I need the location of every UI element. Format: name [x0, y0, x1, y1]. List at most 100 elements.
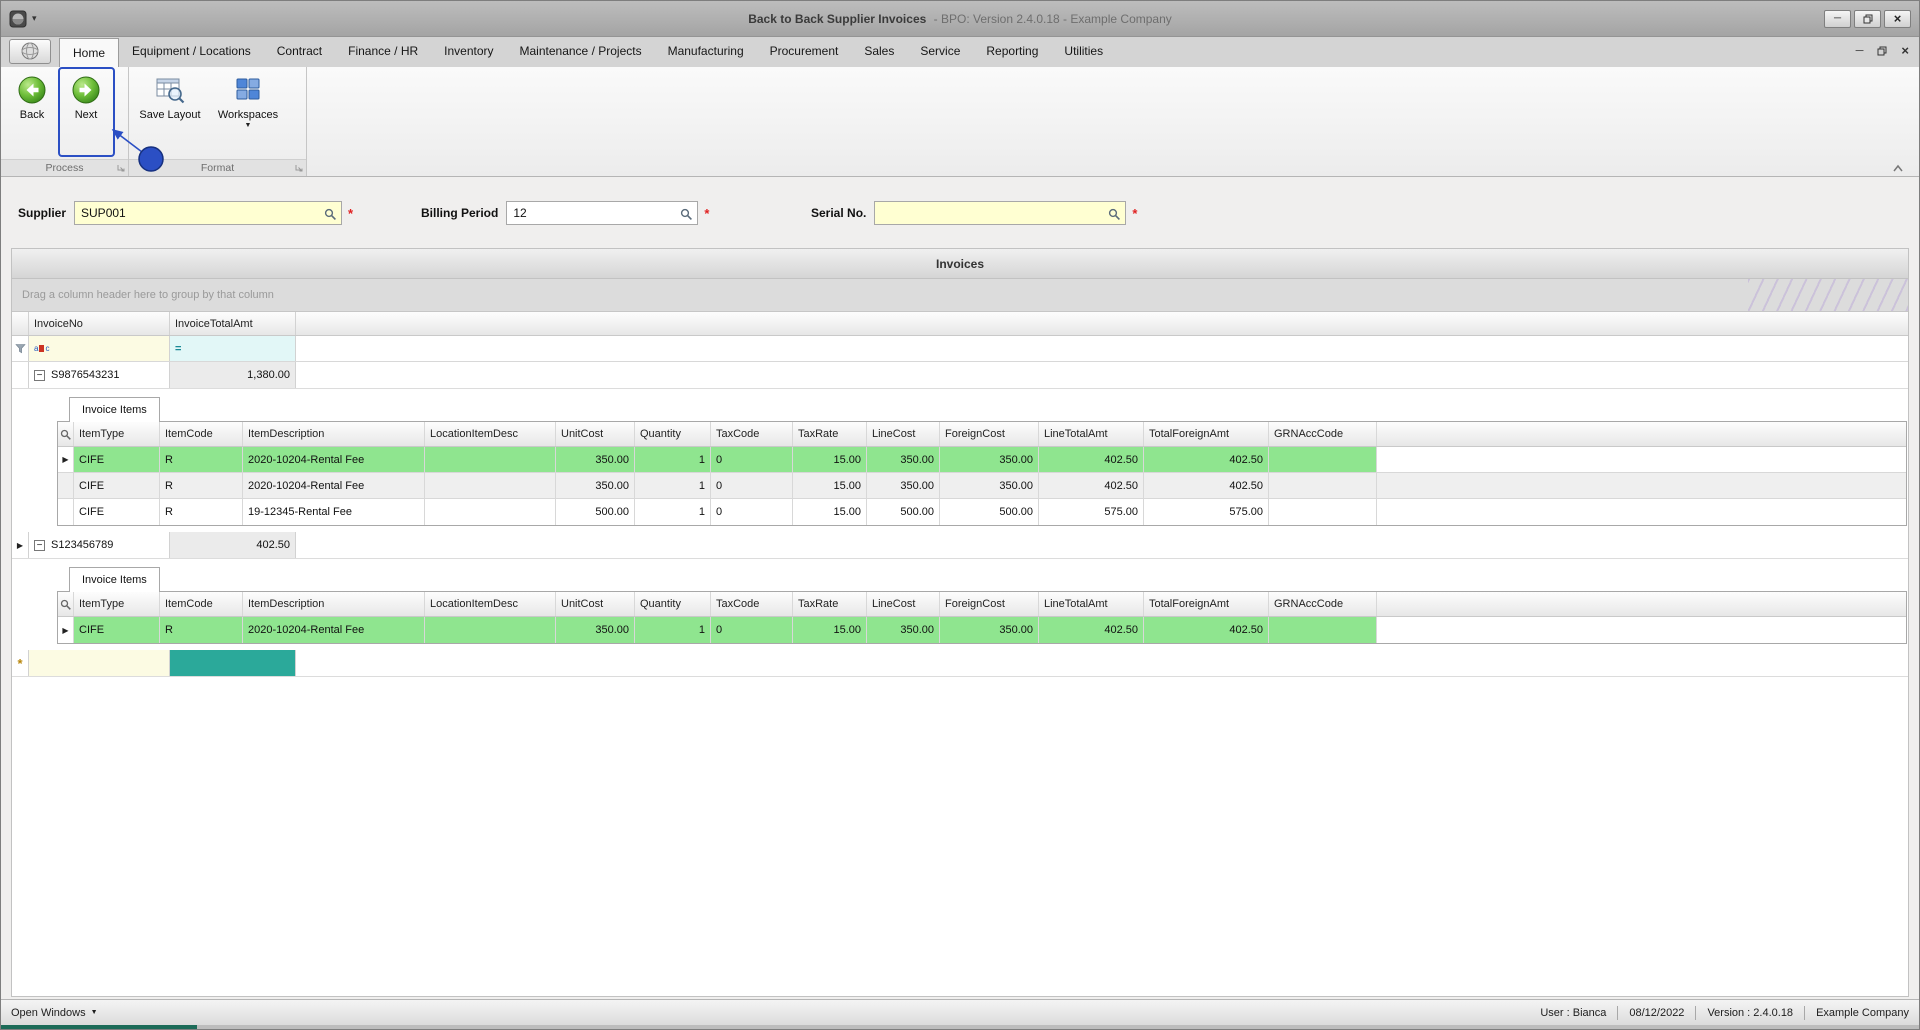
detail-column-header-locationitemdesc[interactable]: LocationItemDesc [425, 592, 556, 616]
detail-column-header-grnacccode[interactable]: GRNAccCode [1269, 592, 1377, 616]
detail-column-header-grnacccode[interactable]: GRNAccCode [1269, 422, 1377, 446]
ribbon-tab-equipment-locations[interactable]: Equipment / Locations [119, 38, 264, 64]
filter-total-cell[interactable]: = [170, 336, 296, 361]
detail-column-header-unitcost[interactable]: UnitCost [556, 422, 635, 446]
detail-cell[interactable]: 350.00 [867, 447, 940, 472]
detail-cell[interactable]: 500.00 [940, 499, 1039, 525]
detail-cell[interactable]: 0 [711, 447, 793, 472]
master-row[interactable]: − S9876543231 1,380.00 [12, 362, 1908, 389]
detail-cell[interactable] [1269, 473, 1377, 498]
detail-column-header-taxrate[interactable]: TaxRate [793, 422, 867, 446]
detail-cell[interactable]: 15.00 [793, 447, 867, 472]
detail-cell[interactable]: 0 [711, 473, 793, 498]
invoice-total-cell[interactable]: 402.50 [170, 532, 296, 558]
detail-cell[interactable]: CIFE [74, 447, 160, 472]
detail-column-header-unitcost[interactable]: UnitCost [556, 592, 635, 616]
serial-no-input[interactable] [875, 202, 1126, 224]
filter-invoiceno-cell[interactable]: ac [29, 336, 170, 361]
detail-cell[interactable] [425, 447, 556, 472]
ribbon-tab-sales[interactable]: Sales [851, 38, 907, 64]
detail-column-header-linetotalamt[interactable]: LineTotalAmt [1039, 422, 1144, 446]
mdi-close-button[interactable]: × [1901, 43, 1909, 58]
ribbon-tab-contract[interactable]: Contract [264, 38, 335, 64]
detail-row[interactable]: ▶ CIFE R 2020-10204-Rental Fee 350.00 1 0 15.00… [58, 447, 1906, 473]
detail-column-header-totalforeignamt[interactable]: TotalForeignAmt [1144, 422, 1269, 446]
detail-column-header-quantity[interactable]: Quantity [635, 592, 711, 616]
new-row-total-cell[interactable] [170, 650, 296, 676]
detail-row[interactable]: CIFE R 19-12345-Rental Fee 500.00 1 0 15.00 500… [58, 499, 1906, 525]
detail-column-header-linetotalamt[interactable]: LineTotalAmt [1039, 592, 1144, 616]
detail-cell[interactable]: CIFE [74, 473, 160, 498]
detail-cell[interactable]: 575.00 [1144, 499, 1269, 525]
detail-cell[interactable]: 1 [635, 617, 711, 643]
detail-cell[interactable]: 19-12345-Rental Fee [243, 499, 425, 525]
collapse-row-icon[interactable]: − [34, 539, 45, 551]
save-layout-button[interactable]: Save Layout [135, 71, 205, 121]
detail-cell[interactable]: 1 [635, 499, 711, 525]
detail-cell[interactable]: 15.00 [793, 473, 867, 498]
detail-column-header-taxcode[interactable]: TaxCode [711, 592, 793, 616]
detail-cell[interactable] [1269, 499, 1377, 525]
detail-column-header-itemtype[interactable]: ItemType [74, 422, 160, 446]
detail-cell[interactable]: 350.00 [940, 447, 1039, 472]
detail-cell[interactable]: 402.50 [1039, 617, 1144, 643]
detail-cell[interactable]: 2020-10204-Rental Fee [243, 617, 425, 643]
column-header-invoiceno[interactable]: InvoiceNo [29, 312, 170, 335]
detail-cell[interactable] [1269, 617, 1377, 643]
detail-column-header-quantity[interactable]: Quantity [635, 422, 711, 446]
detail-cell[interactable]: 1 [635, 473, 711, 498]
application-button[interactable] [9, 38, 51, 64]
serial-no-lookup-button[interactable] [1106, 206, 1122, 222]
column-header-invoicetotalamt[interactable]: InvoiceTotalAmt [170, 312, 296, 335]
detail-cell[interactable]: CIFE [74, 499, 160, 525]
detail-column-header-taxrate[interactable]: TaxRate [793, 592, 867, 616]
ribbon-tab-inventory[interactable]: Inventory [431, 38, 506, 64]
invoice-no-cell[interactable]: − S9876543231 [29, 362, 170, 388]
detail-cell[interactable]: 402.50 [1039, 473, 1144, 498]
detail-cell[interactable]: 0 [711, 499, 793, 525]
detail-column-header-foreigncost[interactable]: ForeignCost [940, 592, 1039, 616]
detail-cell[interactable]: 402.50 [1144, 473, 1269, 498]
detail-cell[interactable]: 500.00 [556, 499, 635, 525]
close-button[interactable]: × [1884, 9, 1911, 28]
detail-cell[interactable]: 500.00 [867, 499, 940, 525]
detail-cell[interactable]: 15.00 [793, 499, 867, 525]
new-row-invoiceno-cell[interactable] [29, 650, 170, 676]
detail-cell[interactable]: 350.00 [867, 617, 940, 643]
mdi-restore-button[interactable] [1877, 46, 1887, 56]
detail-cell[interactable]: 575.00 [1039, 499, 1144, 525]
detail-cell[interactable] [1269, 447, 1377, 472]
process-dialog-launcher-icon[interactable] [117, 164, 125, 172]
detail-cell[interactable]: 0 [711, 617, 793, 643]
ribbon-tab-service[interactable]: Service [907, 38, 973, 64]
detail-cell[interactable]: 15.00 [793, 617, 867, 643]
detail-cell[interactable] [425, 473, 556, 498]
detail-cell[interactable]: 350.00 [556, 617, 635, 643]
detail-cell[interactable]: 402.50 [1039, 447, 1144, 472]
invoice-total-cell[interactable]: 1,380.00 [170, 362, 296, 388]
detail-cell[interactable] [425, 499, 556, 525]
detail-column-header-taxcode[interactable]: TaxCode [711, 422, 793, 446]
detail-column-header-itemcode[interactable]: ItemCode [160, 422, 243, 446]
detail-cell[interactable]: R [160, 473, 243, 498]
ribbon-tab-reporting[interactable]: Reporting [973, 38, 1051, 64]
detail-cell[interactable]: 1 [635, 447, 711, 472]
detail-tab-invoice-items[interactable]: Invoice Items [69, 397, 160, 422]
detail-column-header-itemtype[interactable]: ItemType [74, 592, 160, 616]
detail-column-header-itemdescription[interactable]: ItemDescription [243, 592, 425, 616]
next-button[interactable]: Next [61, 71, 111, 121]
new-row[interactable]: * [12, 650, 1908, 677]
filter-condition-icon[interactable]: ac [34, 344, 49, 353]
detail-column-header-itemdescription[interactable]: ItemDescription [243, 422, 425, 446]
ribbon-tab-procurement[interactable]: Procurement [757, 38, 852, 64]
ribbon-tab-home[interactable]: Home [59, 38, 120, 67]
detail-cell[interactable]: 350.00 [556, 447, 635, 472]
collapse-ribbon-button[interactable] [1891, 164, 1905, 173]
detail-row[interactable]: CIFE R 2020-10204-Rental Fee 350.00 1 0 15.00 3… [58, 473, 1906, 499]
collapse-row-icon[interactable]: − [34, 369, 45, 381]
detail-column-header-foreigncost[interactable]: ForeignCost [940, 422, 1039, 446]
detail-column-header-linecost[interactable]: LineCost [867, 592, 940, 616]
ribbon-tab-manufacturing[interactable]: Manufacturing [655, 38, 757, 64]
detail-cell[interactable]: CIFE [74, 617, 160, 643]
back-button[interactable]: Back [7, 71, 57, 121]
